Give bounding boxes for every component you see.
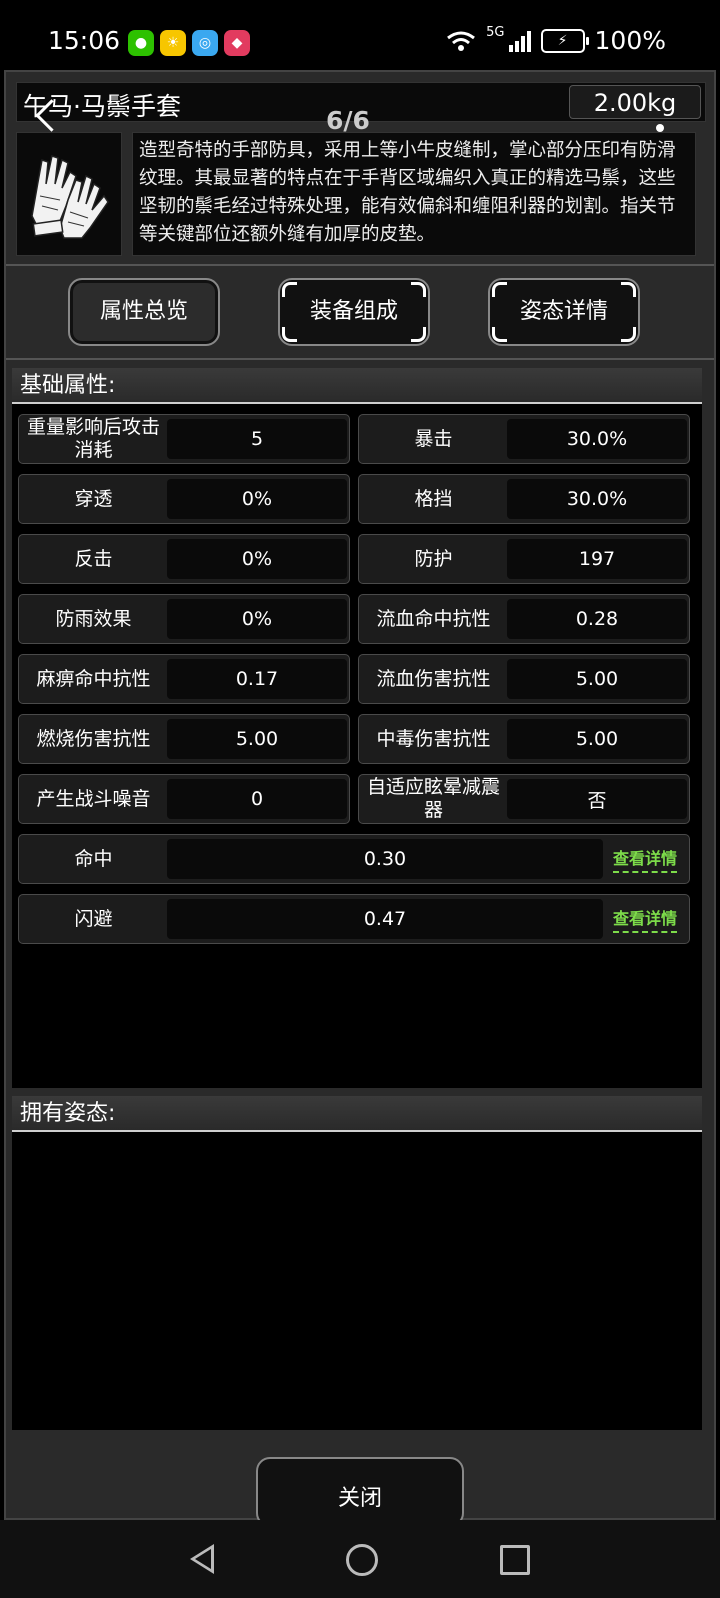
nav-recents-icon[interactable] — [500, 1545, 530, 1575]
stat-label: 燃烧伤害抗性 — [36, 727, 151, 750]
stat-cell: 防护 197 — [358, 534, 690, 584]
stat-cell: 暴击 30.0% — [358, 414, 690, 464]
wifi-icon — [447, 31, 476, 51]
status-time: 15:06 — [48, 26, 121, 55]
stat-value: 0.47 — [167, 899, 603, 939]
stat-label: 穿透 — [74, 487, 113, 510]
view-details-link[interactable]: 查看详情 — [612, 845, 677, 873]
stat-cell: 反击 0% — [18, 534, 350, 584]
stat-label: 暴击 — [414, 427, 453, 450]
stat-cell-dodge: 闪避 0.47 查看详情 — [18, 894, 690, 944]
stat-value: 197 — [507, 539, 687, 579]
close-button[interactable]: 关闭 — [256, 1457, 464, 1527]
stat-cell: 产生战斗噪音 0 — [18, 774, 350, 824]
stat-label: 命中 — [74, 847, 113, 870]
stat-value: 5.00 — [167, 719, 347, 759]
stat-value: 5.00 — [507, 719, 687, 759]
app-icon: ◎ — [192, 30, 218, 56]
stat-cell: 格挡 30.0% — [358, 474, 690, 524]
stat-label: 重量影响后攻击消耗 — [26, 416, 160, 461]
weather-icon: ☀ — [160, 30, 186, 56]
stat-cell-hit: 命中 0.30 查看详情 — [18, 834, 690, 884]
stat-value: 30.0% — [507, 419, 687, 459]
stat-value: 0% — [167, 479, 347, 519]
item-weight: 2.00kg — [569, 85, 701, 119]
status-bar: 15:06 ● ☀ ◎ ◆ 5G ⚡ 100% — [0, 0, 720, 68]
stat-value: 0.17 — [167, 659, 347, 699]
divider — [6, 358, 714, 360]
page-indicator: 6/6 — [326, 106, 370, 135]
tab-attribute-overview[interactable]: 属性总览 — [68, 278, 220, 346]
equipment-panel: 午马·马鬃手套 2.00kg 6/6 造型奇特的手部防具，采用上等小牛皮缝制，掌… — [4, 70, 716, 1527]
stat-value: 5.00 — [507, 659, 687, 699]
stat-label: 闪避 — [74, 907, 113, 930]
tab-label: 装备组成 — [309, 299, 398, 324]
gloves-icon — [31, 155, 109, 239]
tab-posture-details[interactable]: 姿态详情 — [488, 278, 640, 346]
tab-equipment-composition[interactable]: 装备组成 — [278, 278, 430, 346]
stat-cell: 流血伤害抗性 5.00 — [358, 654, 690, 704]
stat-label: 防护 — [414, 547, 453, 570]
divider — [6, 264, 714, 266]
stat-cell: 重量影响后攻击消耗 5 — [18, 414, 350, 464]
stat-value: 30.0% — [507, 479, 687, 519]
battery-level: 100% — [594, 26, 666, 55]
stat-cell: 自适应眩晕减震器 否 — [358, 774, 690, 824]
nav-home-icon[interactable] — [346, 1544, 378, 1576]
stat-cell: 中毒伤害抗性 5.00 — [358, 714, 690, 764]
network-type: 5G — [486, 25, 505, 40]
signal-icon — [508, 30, 531, 52]
stat-label: 防雨效果 — [55, 607, 132, 630]
nav-back-icon[interactable] — [190, 1544, 214, 1574]
stat-cell: 防雨效果 0% — [18, 594, 350, 644]
stat-value: 0.30 — [167, 839, 603, 879]
stat-label: 反击 — [74, 547, 113, 570]
stat-cell: 流血命中抗性 0.28 — [358, 594, 690, 644]
stat-label: 麻痹命中抗性 — [36, 667, 151, 690]
item-icon-frame — [16, 132, 122, 256]
stat-value: 0.28 — [507, 599, 687, 639]
section-title: 拥有姿态: — [12, 1096, 702, 1132]
stat-cell: 穿透 0% — [18, 474, 350, 524]
stat-cell: 燃烧伤害抗性 5.00 — [18, 714, 350, 764]
stat-label: 格挡 — [414, 487, 453, 510]
notification-icons: ● ☀ ◎ ◆ — [128, 30, 250, 56]
system-nav-bar — [0, 1520, 720, 1598]
stat-cell: 麻痹命中抗性 0.17 — [18, 654, 350, 704]
postures-section: 拥有姿态: — [12, 1096, 702, 1430]
close-label: 关闭 — [337, 1486, 382, 1511]
stat-value: 0 — [167, 779, 347, 819]
battery-icon: ⚡ — [540, 28, 589, 53]
stat-label: 流血伤害抗性 — [376, 667, 491, 690]
tab-label: 姿态详情 — [519, 299, 608, 324]
stat-value: 0% — [167, 599, 347, 639]
section-title: 基础属性: — [12, 368, 702, 404]
stat-label: 中毒伤害抗性 — [376, 727, 491, 750]
tab-label: 属性总览 — [99, 299, 188, 324]
more-options-icon[interactable] — [656, 124, 664, 132]
stat-label: 产生战斗噪音 — [36, 787, 151, 810]
item-description: 造型奇特的手部防具，采用上等小牛皮缝制，掌心部分压印有防滑纹理。其最显著的特点在… — [132, 132, 696, 256]
stat-value: 0% — [167, 539, 347, 579]
basic-attributes-section: 基础属性: 重量影响后攻击消耗 5 暴击 30.0% 穿透 0% 格挡 30.0… — [12, 368, 702, 1088]
stat-value: 5 — [167, 419, 347, 459]
stat-label: 流血命中抗性 — [376, 607, 491, 630]
status-indicators: 5G ⚡ 100% — [446, 25, 666, 55]
mobile-icon: ◆ — [224, 30, 250, 56]
view-details-link[interactable]: 查看详情 — [612, 905, 677, 933]
stat-label: 自适应眩晕减震器 — [366, 776, 500, 821]
wechat-icon: ● — [128, 30, 154, 56]
stat-value: 否 — [507, 779, 687, 819]
